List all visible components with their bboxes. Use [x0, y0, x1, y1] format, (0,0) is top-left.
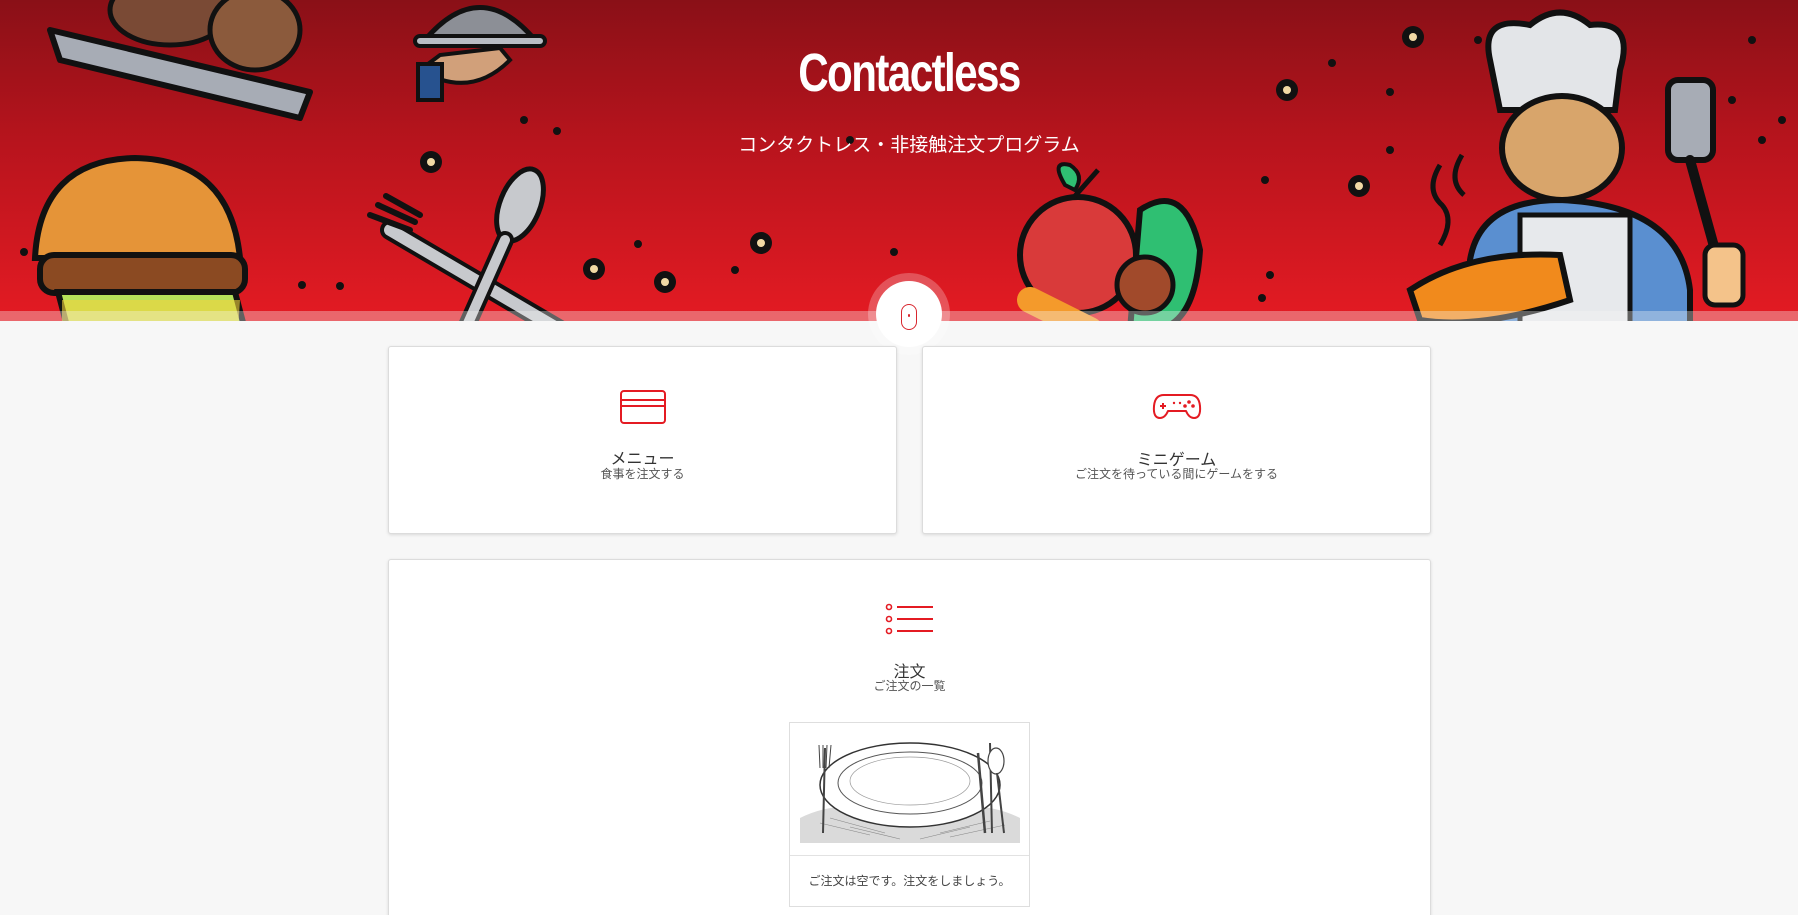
mini-game-card-description: ご注文を待っている間にゲームをする [1074, 467, 1279, 481]
empty-orders-message: ご注文は空です。注文をしましょう。 [790, 855, 1029, 907]
burger-illustration [31, 154, 248, 321]
credit-card-icon [619, 390, 666, 424]
app-subtitle: コンタクトレス・非接触注文プログラム [738, 134, 1080, 156]
apple-illustration [1017, 162, 1204, 321]
orders-card-description: ご注文の一覧 [873, 679, 946, 693]
menu-card[interactable]: メニュー 食事を注文する [388, 346, 897, 534]
mini-game-card[interactable]: ミニゲーム ご注文を待っている間にゲームをする [922, 346, 1431, 534]
empty-plate-illustration [800, 742, 1020, 843]
list-icon [885, 603, 933, 635]
scroll-down-button[interactable] [876, 281, 942, 347]
cutlery-illustration [367, 166, 565, 321]
gamepad-icon [1152, 394, 1201, 419]
mouse-scroll-icon [901, 304, 917, 330]
orders-card[interactable]: 注文 ご注文の一覧 ご注文は空です。注文をしましょう。 [388, 559, 1431, 915]
menu-card-description: 食事を注文する [600, 467, 685, 481]
app-title: Contactless [798, 43, 1021, 103]
empty-orders-panel: ご注文は空です。注文をしましょう。 [789, 722, 1030, 907]
hero-banner: Contactless コンタクトレス・非接触注文プログラム [0, 0, 1798, 321]
